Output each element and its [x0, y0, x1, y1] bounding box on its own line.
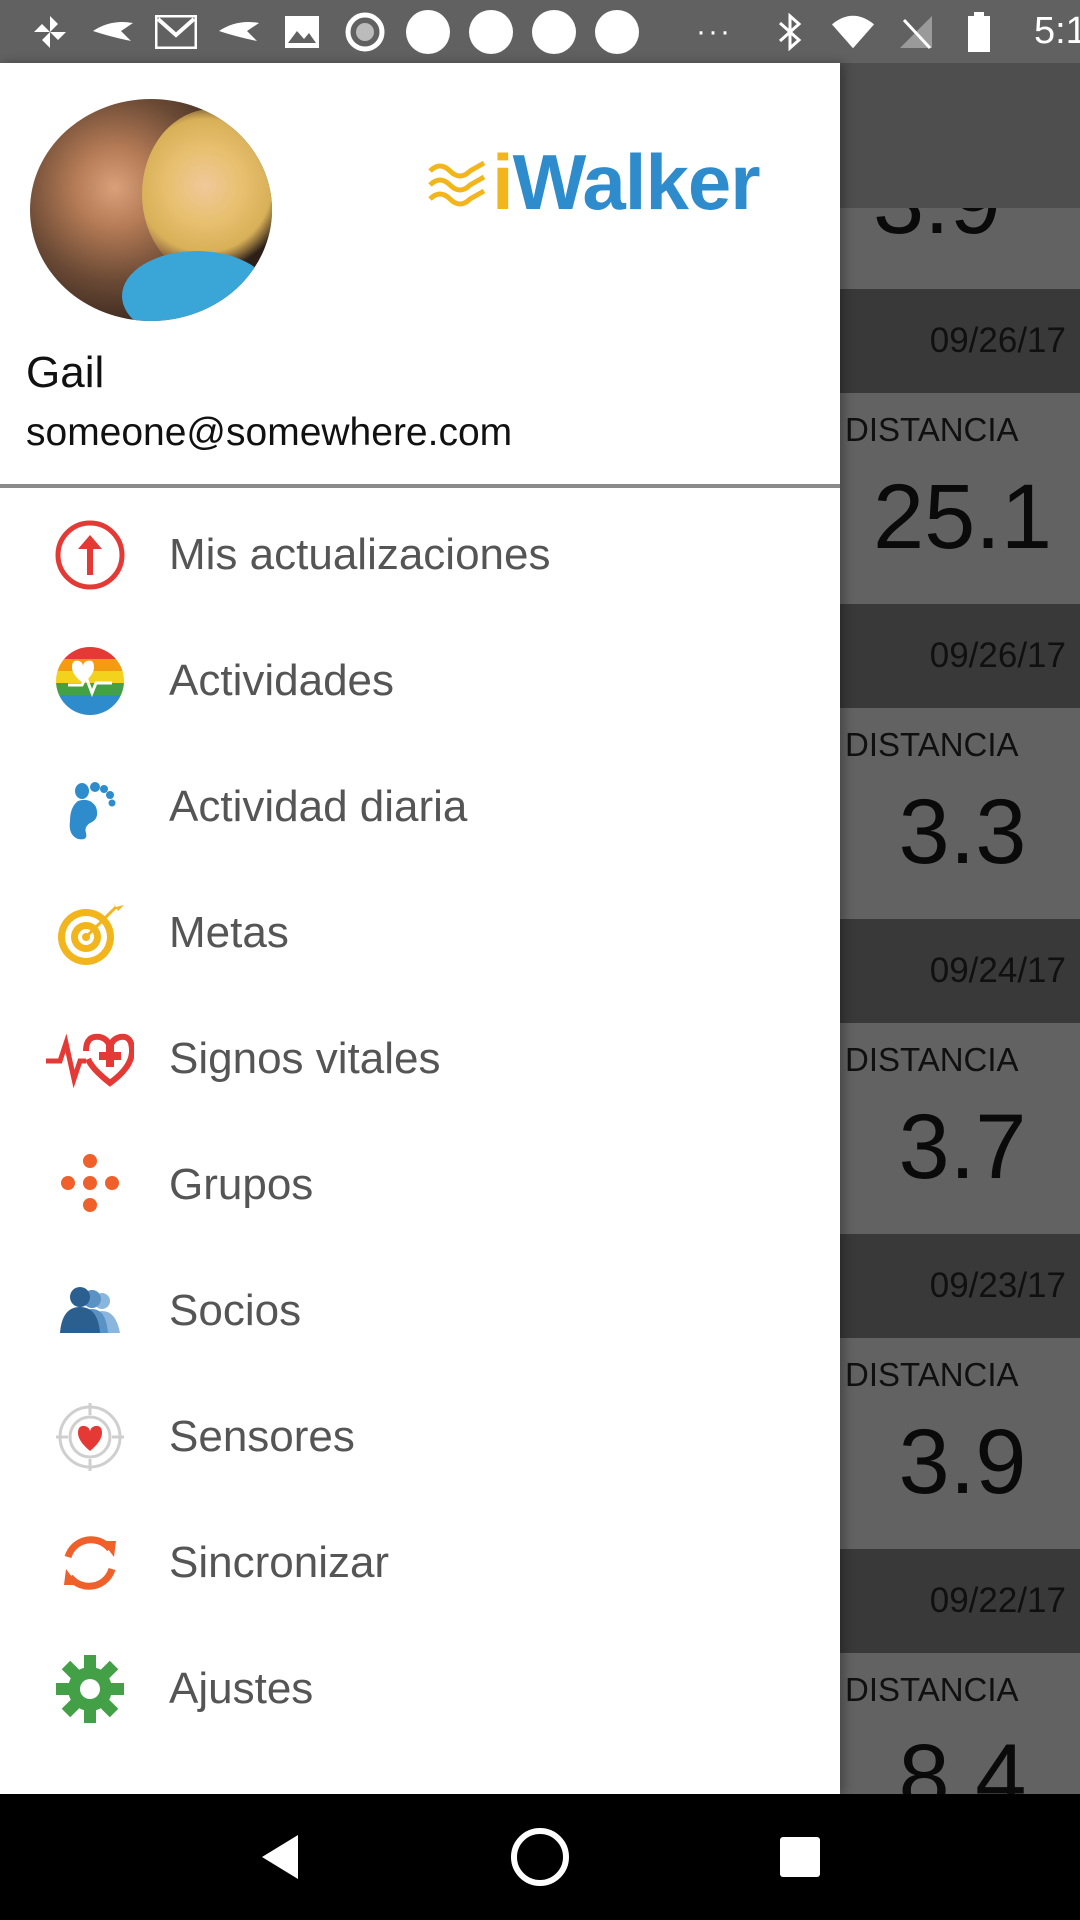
image-icon [280, 15, 324, 49]
bluetooth-icon [768, 12, 812, 51]
patriots-logo-icon [217, 15, 261, 49]
menu-item-actividad-diaria[interactable]: Actividad diaria [0, 744, 840, 870]
menu-item-sensores[interactable]: Sensores [0, 1374, 840, 1500]
patriots-logo-icon [91, 15, 135, 49]
logo-text: iWalker [492, 138, 761, 226]
dot-icon [532, 9, 576, 54]
screen: ··· 5:15 3.9 09/26/17 DISTANCI [0, 0, 1080, 1920]
menu-item-mis-actualizaciones[interactable]: Mis actualizaciones [0, 492, 840, 618]
navigation-drawer: iWalker Gail someone@somewhere.com Mis a… [0, 63, 840, 1794]
heartbeat-icon [44, 1023, 134, 1095]
dot-icon [406, 9, 450, 54]
menu-label: Actividad diaria [169, 782, 468, 831]
menu-label: Ajustes [169, 1664, 314, 1713]
wifi-icon [831, 15, 875, 49]
menu-label: Sensores [169, 1412, 355, 1461]
menu-label: Sincronizar [169, 1538, 390, 1587]
pinwheel-icon [28, 15, 72, 49]
home-icon[interactable] [500, 1817, 580, 1897]
sensor-heart-icon [54, 1401, 126, 1473]
status-bar: ··· 5:15 [0, 0, 1080, 63]
battery-icon [957, 11, 1001, 52]
settings-gear-icon [54, 1653, 126, 1725]
iwalker-logo: iWalker [428, 137, 761, 228]
target-icon [54, 897, 126, 969]
footprint-icon [54, 771, 126, 843]
status-time: 5:15 [1033, 10, 1080, 52]
status-right: 5:15 [768, 10, 1080, 53]
more-notifications-icon: ··· [696, 14, 732, 48]
menu-label: Mis actualizaciones [169, 530, 551, 579]
menu-label: Socios [169, 1286, 302, 1335]
menu-label: Metas [169, 908, 289, 957]
upload-arrow-icon [54, 519, 126, 591]
menu-label: Signos vitales [169, 1034, 441, 1083]
menu-label: Actividades [169, 656, 395, 705]
user-email: someone@somewhere.com [26, 411, 513, 454]
dot-icon [469, 9, 513, 54]
recents-icon[interactable] [760, 1817, 840, 1897]
status-left: ··· [28, 9, 768, 54]
drawer-header: iWalker Gail someone@somewhere.com [0, 63, 840, 488]
record-icon [343, 12, 387, 51]
menu-item-grupos[interactable]: Grupos [0, 1122, 840, 1248]
back-icon[interactable] [240, 1817, 320, 1897]
activities-rainbow-icon [54, 645, 126, 717]
user-name: Gail [26, 348, 105, 397]
system-nav-bar [0, 1794, 1080, 1920]
avatar[interactable] [30, 99, 272, 321]
menu-item-sincronizar[interactable]: Sincronizar [0, 1500, 840, 1626]
dot-icon [595, 9, 639, 54]
no-signal-icon [894, 15, 938, 49]
menu-item-actividades[interactable]: Actividades [0, 618, 840, 744]
menu-item-ajustes[interactable]: Ajustes [0, 1626, 840, 1752]
menu-item-socios[interactable]: Socios [0, 1248, 840, 1374]
drawer-menu: Mis actualizaciones Actividades Activida… [0, 492, 840, 1752]
menu-label: Grupos [169, 1160, 314, 1209]
waves-icon [428, 160, 486, 206]
groups-dots-icon [54, 1149, 126, 1221]
gmail-icon [154, 14, 198, 49]
sync-icon [54, 1527, 126, 1599]
people-icon [54, 1275, 126, 1347]
menu-item-metas[interactable]: Metas [0, 870, 840, 996]
menu-item-signos-vitales[interactable]: Signos vitales [0, 996, 840, 1122]
